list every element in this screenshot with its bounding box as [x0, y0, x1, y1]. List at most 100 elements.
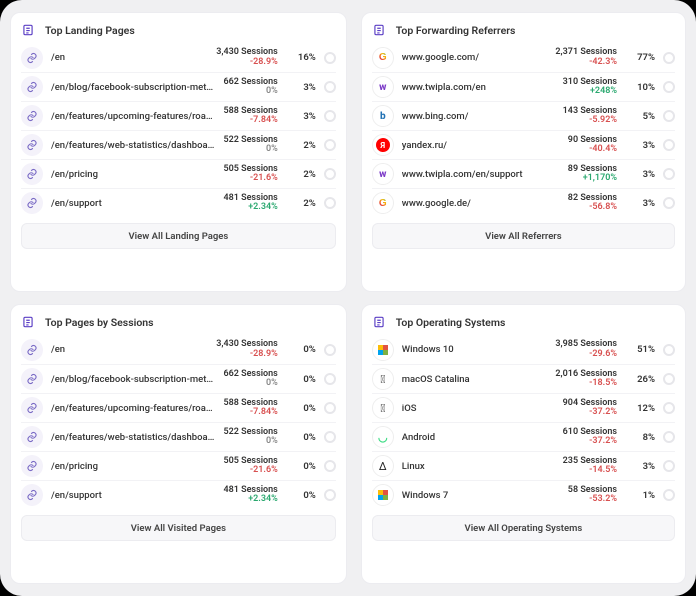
delta-pct: -56.8%	[568, 203, 617, 212]
view-all-button[interactable]: View All Referrers	[372, 223, 675, 249]
link-icon	[21, 163, 43, 185]
delta-pct: -18.5%	[555, 379, 617, 388]
list-item[interactable]: bwww.bing.com/143 Sessions-5.92%5%	[372, 101, 675, 130]
row-label: /en/blog/facebook-subscription-meta-to-…	[51, 374, 215, 385]
list-item[interactable]: ∆Linux235 Sessions-14.5%3%	[372, 451, 675, 480]
share-pct: 3%	[286, 82, 316, 93]
android-icon: ◡	[372, 426, 394, 448]
clipboard-icon	[372, 23, 386, 37]
list-item[interactable]: Gwww.google.de/82 Sessions-56.8%3%	[372, 188, 675, 217]
row-stats: 89 Sessions+1,170%	[568, 165, 617, 184]
row-label: /en/support	[51, 490, 215, 501]
card-title: Top Forwarding Referrers	[396, 24, 516, 37]
delta-pct: -28.9%	[216, 350, 278, 359]
row-label: /en	[51, 344, 208, 355]
apple-icon: 	[372, 368, 394, 390]
row-stats: 3,430 Sessions-28.9%	[216, 48, 278, 67]
list-item[interactable]: wwww.twipla.com/en/support89 Sessions+1,…	[372, 159, 675, 188]
delta-pct: 0%	[223, 379, 277, 388]
row-stats: 58 Sessions-53.2%	[568, 486, 617, 505]
delta-pct: -42.3%	[555, 58, 617, 67]
list-item[interactable]: /en3,430 Sessions-28.9%16%	[21, 43, 336, 72]
delta-pct: +2.34%	[223, 203, 277, 212]
view-all-button[interactable]: View All Landing Pages	[21, 223, 336, 249]
card-header: Top Pages by Sessions	[21, 315, 336, 335]
row-label: /en/pricing	[51, 169, 215, 180]
dashboard-grid: Top Landing Pages /en 3,430 Sessions-28.9…	[0, 0, 696, 596]
win-icon	[372, 339, 394, 361]
link-icon	[21, 134, 43, 156]
card-operating-systems: Top Operating Systems Windows 10 3,985 Ses…	[361, 304, 686, 584]
share-pct: 3%	[625, 461, 655, 472]
card-title: Top Landing Pages	[45, 24, 135, 37]
share-pct: 16%	[286, 52, 316, 63]
progress-ring-icon	[324, 110, 336, 122]
row-stats: 3,985 Sessions-29.6%	[555, 340, 617, 359]
delta-pct: 0%	[223, 87, 277, 96]
row-label: /en/blog/facebook-subscription-meta-to…	[51, 82, 215, 93]
list-item[interactable]: /en/features/web-statistics/dashboards52…	[21, 422, 336, 451]
progress-ring-icon	[324, 344, 336, 356]
card-forwarding-referrers: Top Forwarding Referrers Gwww.google.com/…	[361, 12, 686, 292]
row-label: www.google.com/	[402, 52, 548, 63]
list-item[interactable]: iOS904 Sessions-37.2%12%	[372, 393, 675, 422]
list-item[interactable]: Windows 103,985 Sessions-29.6%51%	[372, 335, 675, 364]
row-stats: 481 Sessions+2.34%	[223, 486, 277, 505]
progress-ring-icon	[663, 52, 675, 64]
delta-pct: -21.6%	[223, 466, 277, 475]
list-item[interactable]: /en/pricing505 Sessions-21.6%2%	[21, 159, 336, 188]
progress-ring-icon	[324, 402, 336, 414]
win-icon	[372, 484, 394, 506]
delta-pct: +2.34%	[223, 495, 277, 504]
list-item[interactable]: /en/pricing505 Sessions-21.6%0%	[21, 451, 336, 480]
delta-pct: -37.2%	[563, 437, 617, 446]
share-pct: 0%	[286, 461, 316, 472]
progress-ring-icon	[663, 81, 675, 93]
list-item[interactable]: Windows 758 Sessions-53.2%1%	[372, 480, 675, 509]
link-icon	[21, 455, 43, 477]
delta-pct: +248%	[563, 87, 617, 96]
row-stats: 588 Sessions-7.84%	[223, 107, 277, 126]
row-label: www.twipla.com/en	[402, 82, 555, 93]
list-item[interactable]: Яyandex.ru/90 Sessions-40.4%3%	[372, 130, 675, 159]
list-item[interactable]: /en/support481 Sessions+2.34%2%	[21, 188, 336, 217]
list-item[interactable]: macOS Catalina2,016 Sessions-18.5%26%	[372, 364, 675, 393]
clipboard-icon	[21, 23, 35, 37]
list-item[interactable]: Gwww.google.com/2,371 Sessions-42.3%77%	[372, 43, 675, 72]
list-item[interactable]: /en/features/upcoming-features/roadmap58…	[21, 393, 336, 422]
row-stats: 904 Sessions-37.2%	[563, 399, 617, 418]
list-item[interactable]: /en/features/web-statistics/dashboards52…	[21, 130, 336, 159]
row-label: www.google.de/	[402, 198, 560, 209]
list-item[interactable]: ◡Android610 Sessions-37.2%8%	[372, 422, 675, 451]
row-label: Linux	[402, 461, 555, 472]
row-label: Android	[402, 432, 555, 443]
delta-pct: 0%	[223, 437, 277, 446]
list-item[interactable]: /en/features/upcoming-features/roadmap58…	[21, 101, 336, 130]
row-stats: 82 Sessions-56.8%	[568, 194, 617, 213]
row-label: Windows 10	[402, 344, 548, 355]
list-item[interactable]: /en/blog/facebook-subscription-meta-to-……	[21, 364, 336, 393]
row-label: macOS Catalina	[402, 374, 548, 385]
link-icon	[21, 484, 43, 506]
card-title: Top Operating Systems	[396, 316, 506, 329]
list-item[interactable]: /en/blog/facebook-subscription-meta-to…6…	[21, 72, 336, 101]
yandex-favicon-icon: Я	[372, 134, 394, 156]
list-item[interactable]: /en3,430 Sessions-28.9%0%	[21, 335, 336, 364]
row-stats: 3,430 Sessions-28.9%	[216, 340, 278, 359]
list-item[interactable]: wwww.twipla.com/en310 Sessions+248%10%	[372, 72, 675, 101]
progress-ring-icon	[324, 168, 336, 180]
view-all-button[interactable]: View All Visited Pages	[21, 515, 336, 541]
row-stats: 143 Sessions-5.92%	[563, 107, 617, 126]
row-label: yandex.ru/	[402, 140, 560, 151]
progress-ring-icon	[663, 197, 675, 209]
progress-ring-icon	[324, 489, 336, 501]
view-all-button[interactable]: View All Operating Systems	[372, 515, 675, 541]
progress-ring-icon	[324, 373, 336, 385]
row-stats: 522 Sessions0%	[223, 136, 277, 155]
share-pct: 5%	[625, 111, 655, 122]
list-item[interactable]: /en/support481 Sessions+2.34%0%	[21, 480, 336, 509]
link-icon	[21, 47, 43, 69]
progress-ring-icon	[663, 373, 675, 385]
share-pct: 10%	[625, 82, 655, 93]
share-pct: 0%	[286, 403, 316, 414]
